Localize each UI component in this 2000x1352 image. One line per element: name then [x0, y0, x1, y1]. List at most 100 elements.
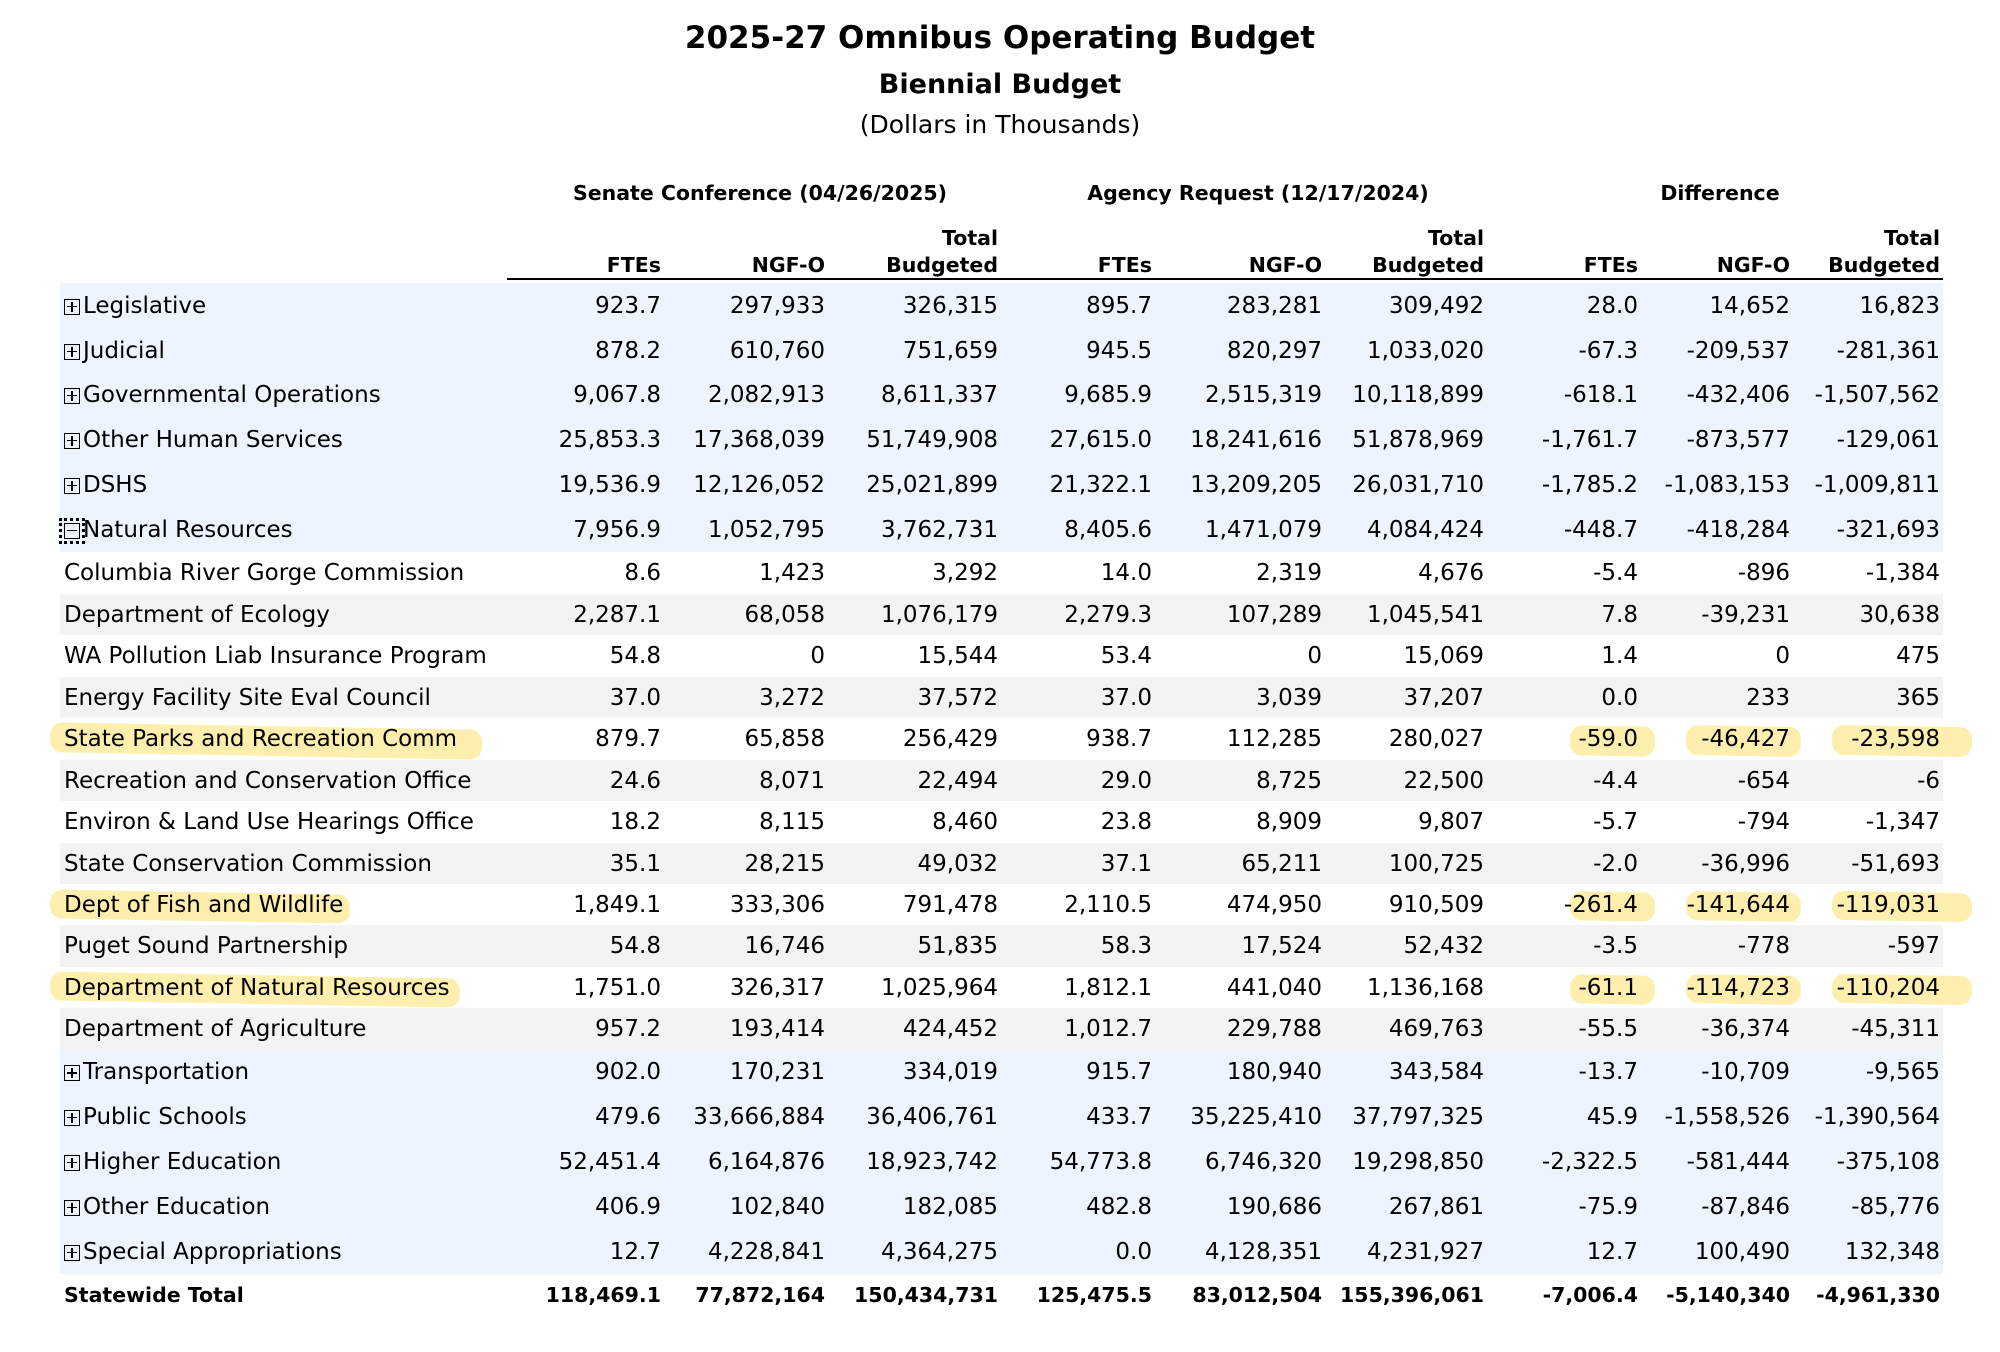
- row-name: State Conservation Commission: [64, 843, 432, 884]
- cell-senate-total-budgeted: 51,749,908: [866, 426, 998, 453]
- expand-icon[interactable]: [64, 1244, 80, 1261]
- row-name[interactable]: Public Schools: [64, 1094, 247, 1139]
- col-header-line1: [1630, 225, 1790, 252]
- cell-agency-ngfo: 180,940: [1226, 1059, 1322, 1085]
- cell-agency-total-budgeted: 4,676: [1418, 560, 1484, 586]
- cell-diff-total-budgeted: -129,061: [1836, 426, 1940, 453]
- cell-diff-total-budgeted: -1,347: [1865, 809, 1940, 835]
- cell-agency-ftes: 945.5: [1086, 337, 1152, 364]
- cell-diff-total-budgeted: -1,384: [1865, 560, 1940, 586]
- row-label: Higher Education: [83, 1148, 282, 1175]
- cell-senate-ngfo: 193,414: [729, 1016, 825, 1042]
- cell-agency-ftes: 58.3: [1100, 933, 1152, 959]
- row-label: Department of Natural Resources: [64, 974, 450, 1001]
- cell-diff-total-budgeted: -1,009,811: [1814, 471, 1940, 498]
- cell-senate-total-budgeted: 182,085: [902, 1193, 998, 1220]
- table-row-governmental-operations[interactable]: Governmental Operations 9,067.8 2,082,913 8…: [60, 372, 1943, 417]
- expand-icon[interactable]: [64, 1109, 80, 1126]
- cell-agency-total-budgeted: 26,031,710: [1352, 471, 1484, 498]
- expand-icon[interactable]: [64, 298, 80, 315]
- cell-agency-ftes: 29.0: [1100, 767, 1152, 794]
- cell-senate-total-budgeted: 424,452: [902, 1016, 998, 1042]
- cell-senate-total-budgeted: 25,021,899: [866, 471, 998, 498]
- cell-diff-total-budgeted: 132,348: [1844, 1238, 1940, 1265]
- row-name: Environ & Land Use Hearings Office: [64, 801, 474, 843]
- cell-senate-ngfo: 102,840: [729, 1193, 825, 1220]
- col-header-agency-ftes: FTEs: [992, 225, 1152, 279]
- table-row-department-of-ecology: Department of Ecology 2,287.1 68,058 1,076,…: [60, 594, 1943, 635]
- col-header-line2: Budgeted: [886, 253, 998, 277]
- report-subtitle: Biennial Budget: [878, 69, 1122, 100]
- row-label: Governmental Operations: [83, 381, 381, 408]
- row-name[interactable]: Judicial: [64, 328, 165, 373]
- table-row-department-of-natural-resources: Department of Natural Resources 1,751.0 32…: [60, 967, 1943, 1008]
- cell-agency-total-budgeted: 19,298,850: [1352, 1148, 1484, 1175]
- cell-diff-total-budgeted: -85,776: [1851, 1193, 1940, 1220]
- table-row-recreation-and-conservation-office: Recreation and Conservation Office 24.6 8,…: [60, 760, 1943, 801]
- table-row-dshs[interactable]: DSHS 19,536.9 12,126,052 25,021,899 21,322.1…: [60, 462, 1943, 507]
- cell-senate-ngfo: 333,306: [729, 891, 825, 918]
- row-name[interactable]: Legislative: [64, 283, 206, 328]
- cell-senate-ngfo: 326,317: [729, 974, 825, 1001]
- cell-diff-total-budgeted: -1,390,564: [1814, 1103, 1940, 1130]
- row-name[interactable]: Natural Resources: [59, 507, 293, 552]
- cell-agency-total-budgeted: 37,797,325: [1352, 1103, 1484, 1130]
- table-row-natural-resources[interactable]: Natural Resources 7,956.9 1,052,795 3,762,7…: [59, 507, 1943, 552]
- expand-icon[interactable]: [64, 387, 80, 404]
- table-row-special-appropriations[interactable]: Special Appropriations 12.7 4,228,841 4,364…: [60, 1229, 1943, 1274]
- row-name[interactable]: Governmental Operations: [64, 372, 381, 417]
- cell-senate-ngfo: 1,423: [759, 560, 825, 586]
- expand-icon[interactable]: [64, 1065, 80, 1081]
- cell-senate-total-budgeted: 8,611,337: [880, 381, 998, 408]
- row-name[interactable]: Transportation: [64, 1050, 249, 1094]
- cell-senate-ftes: 1,751.0: [573, 974, 661, 1001]
- cell-senate-ftes: 479.6: [595, 1103, 661, 1130]
- expand-icon[interactable]: [64, 1199, 80, 1216]
- row-label: Special Appropriations: [83, 1238, 342, 1265]
- table-row-other-human-services[interactable]: Other Human Services 25,853.3 17,368,039 51…: [60, 417, 1943, 462]
- table-row-judicial[interactable]: Judicial 878.2 610,760 751,659 945.5 820,297 1…: [60, 328, 1943, 373]
- cell-senate-total-budgeted: 18,923,742: [866, 1148, 998, 1175]
- cell-diff-total-budgeted: -321,693: [1836, 516, 1940, 543]
- cell-senate-ftes: 957.2: [595, 1016, 661, 1042]
- cell-agency-total-budgeted: 309,492: [1388, 292, 1484, 319]
- row-label: State Parks and Recreation Comm: [64, 726, 458, 752]
- cell-agency-ngfo: 2,515,319: [1204, 381, 1322, 408]
- collapse-icon[interactable]: [59, 517, 85, 544]
- group-header-difference: Difference: [1660, 181, 1780, 205]
- cell-agency-total-budgeted: 1,045,541: [1366, 601, 1484, 628]
- row-name[interactable]: DSHS: [64, 462, 147, 507]
- header-divider: [507, 278, 1943, 280]
- cell-senate-ftes: 923.7: [595, 292, 661, 319]
- row-name[interactable]: Other Human Services: [64, 417, 343, 462]
- expand-icon[interactable]: [64, 477, 80, 494]
- table-row-legislative[interactable]: Legislative 923.7 297,933 326,315 895.7 283,2…: [60, 283, 1943, 328]
- row-name[interactable]: Other Education: [64, 1184, 270, 1229]
- table-row-higher-education[interactable]: Higher Education 52,451.4 6,164,876 18,923,…: [60, 1139, 1943, 1184]
- cell-agency-ftes: 915.7: [1086, 1059, 1152, 1085]
- cell-agency-ngfo: 8,725: [1256, 767, 1322, 794]
- cell-diff-total-budgeted: -23,598: [1851, 726, 1940, 752]
- expand-icon[interactable]: [64, 432, 80, 449]
- table-row-transportation[interactable]: Transportation 902.0 170,231 334,019 915.7 18…: [60, 1050, 1943, 1094]
- table-row-other-education[interactable]: Other Education 406.9 102,840 182,085 482.8 1…: [60, 1184, 1943, 1229]
- col-header-senate-ngfo: NGF-O: [665, 225, 825, 279]
- row-label: Other Education: [83, 1193, 271, 1220]
- cell-agency-ngfo: 4,128,351: [1204, 1238, 1322, 1265]
- cell-diff-total-budgeted: -119,031: [1836, 891, 1940, 918]
- table-row-public-schools[interactable]: Public Schools 479.6 33,666,884 36,406,761 4…: [60, 1094, 1943, 1139]
- cell-diff-total-budgeted: -1,507,562: [1814, 381, 1940, 408]
- cell-senate-ftes: 879.7: [595, 726, 661, 752]
- row-name: Dept of Fish and Wildlife: [64, 884, 343, 925]
- row-name[interactable]: Special Appropriations: [64, 1229, 342, 1274]
- cell-agency-total-budgeted: 280,027: [1388, 726, 1484, 752]
- expand-icon[interactable]: [64, 1154, 80, 1171]
- row-name: Department of Agriculture: [64, 1008, 366, 1050]
- cell-agency-ftes: 2,279.3: [1064, 601, 1152, 628]
- col-header-diff-ngfo: NGF-O: [1630, 225, 1790, 279]
- col-header-line2: NGF-O: [1248, 253, 1322, 277]
- cell-agency-ngfo: 18,241,616: [1190, 426, 1322, 453]
- cell-agency-ngfo: 229,788: [1226, 1016, 1322, 1042]
- expand-icon[interactable]: [64, 343, 80, 360]
- row-name[interactable]: Higher Education: [64, 1139, 281, 1184]
